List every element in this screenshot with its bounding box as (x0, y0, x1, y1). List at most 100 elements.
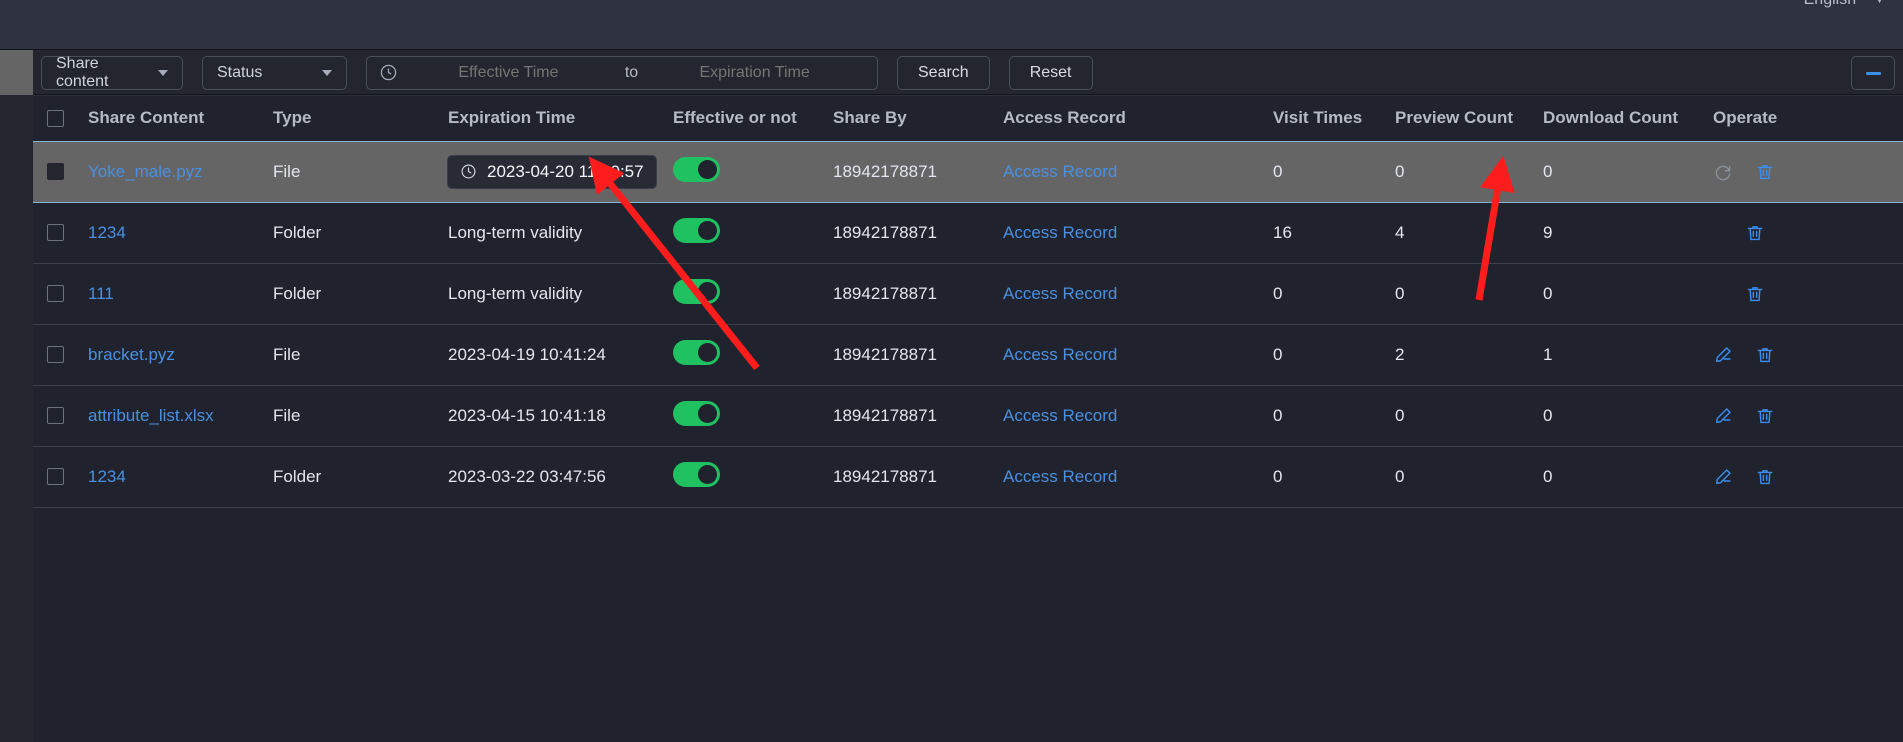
column-header-expiration-time[interactable]: Expiration Time (448, 96, 673, 141)
edit-icon[interactable] (1713, 345, 1733, 365)
access-record[interactable]: Access Record (1003, 140, 1273, 203)
row-checkbox[interactable] (47, 346, 64, 363)
share-content-text[interactable]: Yoke_male.pyz (88, 162, 203, 181)
row-checkbox[interactable] (47, 163, 64, 180)
access-record-text[interactable]: Access Record (1003, 467, 1117, 486)
access-record-text[interactable]: Access Record (1003, 223, 1117, 242)
access-record[interactable]: Access Record (1003, 324, 1273, 386)
language-selector[interactable]: English (1804, 0, 1856, 9)
visit-times: 0 (1273, 385, 1395, 447)
access-record[interactable]: Access Record (1003, 202, 1273, 264)
visit-times-text: 0 (1273, 466, 1283, 486)
trash-icon[interactable] (1745, 223, 1765, 243)
access-record-text[interactable]: Access Record (1003, 406, 1117, 425)
download-count: 0 (1543, 385, 1713, 447)
table-row[interactable]: 111 Folder Long-term validity 18942178871 Ac… (33, 263, 1903, 325)
download-count: 0 (1543, 446, 1713, 508)
download-count-text: 0 (1543, 161, 1553, 181)
preview-count-text: 0 (1395, 405, 1405, 425)
share-content-text[interactable]: 1234 (88, 223, 126, 242)
visit-times: 0 (1273, 140, 1395, 203)
effective-toggle[interactable] (673, 400, 720, 426)
clock-icon (379, 63, 398, 82)
expiration-time-cell[interactable]: 2023-04-15 10:41:18 (448, 385, 673, 447)
effective-toggle[interactable] (673, 156, 720, 182)
access-record[interactable]: Access Record (1003, 263, 1273, 325)
left-nav-rail[interactable] (0, 50, 33, 742)
date-range-picker[interactable]: to (366, 55, 878, 90)
trash-icon[interactable] (1755, 162, 1775, 182)
row-select-cell (33, 385, 88, 447)
effective-toggle[interactable] (673, 217, 720, 243)
access-record[interactable]: Access Record (1003, 385, 1273, 447)
table-row[interactable]: bracket.pyz File 2023-04-19 10:41:24 189421… (33, 324, 1903, 386)
share-content[interactable]: bracket.pyz (88, 324, 273, 386)
column-header-access-record[interactable]: Access Record (1003, 96, 1273, 141)
status-select[interactable]: Status (202, 55, 347, 90)
row-checkbox[interactable] (47, 285, 64, 302)
row-checkbox[interactable] (47, 224, 64, 241)
operate-actions (1713, 284, 1903, 304)
preview-count-text: 2 (1395, 344, 1405, 364)
operate-actions (1713, 406, 1903, 426)
share-content[interactable]: 111 (88, 263, 273, 325)
share-table-container: Share Content Type Expiration Time Effec… (33, 96, 1903, 742)
access-record-text[interactable]: Access Record (1003, 284, 1117, 303)
expiration-time-cell[interactable]: Long-term validity (448, 202, 673, 264)
access-record[interactable]: Access Record (1003, 446, 1273, 508)
left-nav-rail-active-item[interactable] (0, 50, 33, 95)
access-record-text[interactable]: Access Record (1003, 345, 1117, 364)
trash-icon[interactable] (1755, 345, 1775, 365)
effective-toggle[interactable] (673, 461, 720, 487)
table-row[interactable]: Yoke_male.pyz File 2023-04-20 11:00:57 1894… (33, 140, 1903, 203)
share-by: 18942178871 (833, 202, 1003, 264)
column-header-type[interactable]: Type (273, 96, 448, 141)
trash-icon[interactable] (1755, 467, 1775, 487)
column-header-download-count[interactable]: Download Count (1543, 96, 1713, 141)
share-content-text[interactable]: bracket.pyz (88, 345, 175, 364)
trash-icon[interactable] (1745, 284, 1765, 304)
row-select-cell (33, 140, 88, 203)
share-content-text[interactable]: 1234 (88, 467, 126, 486)
effective-toggle-cell (673, 385, 833, 447)
effective-toggle[interactable] (673, 339, 720, 365)
type: Folder (273, 202, 448, 264)
effective-toggle[interactable] (673, 278, 720, 304)
table-row[interactable]: attribute_list.xlsx File 2023-04-15 10:41:… (33, 385, 1903, 447)
edit-icon[interactable] (1713, 467, 1733, 487)
expiration-time-input[interactable] (644, 63, 865, 82)
row-checkbox[interactable] (47, 407, 64, 424)
share-content-select[interactable]: Share content (41, 55, 183, 90)
column-header-effective-or-not[interactable]: Effective or not (673, 96, 833, 141)
table-row[interactable]: 1234 Folder 2023-03-22 03:47:56 18942178871… (33, 446, 1903, 508)
search-button[interactable]: Search (897, 55, 990, 90)
select-all-checkbox[interactable] (47, 109, 64, 127)
column-header-share-by[interactable]: Share By (833, 96, 1003, 141)
share-content[interactable]: attribute_list.xlsx (88, 385, 273, 447)
reset-button[interactable]: Reset (1008, 55, 1093, 90)
column-settings-icon[interactable] (1851, 56, 1895, 90)
visit-times-text: 0 (1273, 405, 1283, 425)
trash-icon[interactable] (1755, 406, 1775, 426)
preview-count: 0 (1395, 263, 1543, 325)
column-header-share-content[interactable]: Share Content (88, 96, 273, 141)
effective-time-input[interactable] (398, 63, 619, 82)
column-header-preview-count[interactable]: Preview Count (1395, 96, 1543, 141)
share-content[interactable]: 1234 (88, 446, 273, 508)
share-content[interactable]: 1234 (88, 202, 273, 264)
share-content-text[interactable]: 111 (88, 284, 114, 303)
column-header-visit-times[interactable]: Visit Times (1273, 96, 1395, 141)
expiration-time-cell[interactable]: 2023-04-19 10:41:24 (448, 324, 673, 386)
expiration-time-cell[interactable]: 2023-04-20 11:00:57 (448, 140, 673, 203)
share-content-text[interactable]: attribute_list.xlsx (88, 406, 214, 425)
edit-icon[interactable] (1713, 406, 1733, 426)
expiration-time-editor[interactable]: 2023-04-20 11:00:57 (448, 155, 656, 188)
share-content[interactable]: Yoke_male.pyz (88, 140, 273, 203)
expiration-time-cell[interactable]: 2023-03-22 03:47:56 (448, 446, 673, 508)
row-checkbox[interactable] (47, 468, 64, 485)
access-record-text[interactable]: Access Record (1003, 162, 1117, 181)
expiration-time-cell[interactable]: Long-term validity (448, 263, 673, 325)
table-row[interactable]: 1234 Folder Long-term validity 18942178871 A… (33, 202, 1903, 264)
column-header-operate[interactable]: Operate (1713, 96, 1903, 141)
reload-icon[interactable] (1713, 162, 1733, 182)
